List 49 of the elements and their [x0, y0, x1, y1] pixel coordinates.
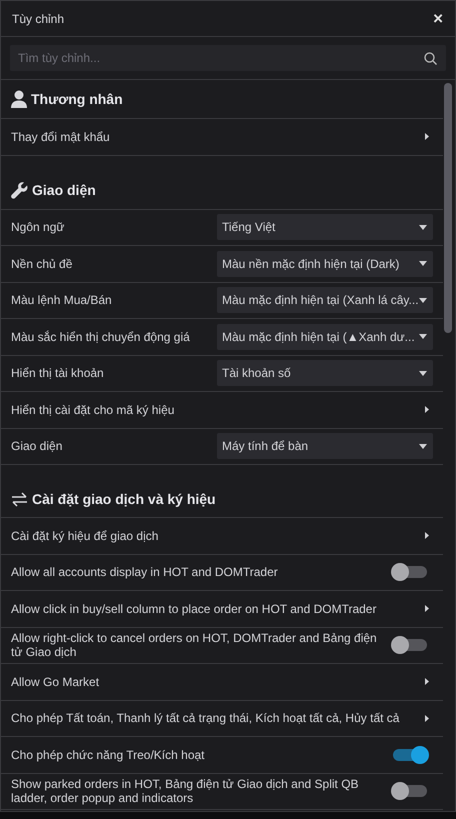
arrow-right-icon[interactable]	[425, 678, 429, 686]
window-title: Tùy chỉnh	[12, 12, 64, 26]
toggle-switch[interactable]	[393, 785, 427, 798]
setting-label: Cho phép chức năng Treo/Kích hoạt	[11, 748, 204, 762]
setting-label: Màu sắc hiển thị chuyển động giá	[11, 330, 190, 344]
caret-icon	[419, 298, 427, 303]
setting-label: Ngôn ngữ	[11, 220, 64, 234]
setting-label: Thay đổi mật khẩu	[11, 130, 110, 144]
setting-label: Cho phép Tất toán, Thanh lý tất cả trạng thái, Kích hoạt tất cả, Hủy tất cả	[11, 711, 400, 726]
setting-label: Màu lệnh Mua/Bán	[11, 293, 112, 308]
arrow-right-icon[interactable]	[425, 714, 429, 722]
setting-label: Allow right-click to cancel orders on HOT, DOMTrader and Bảng điện tử Giao dịch	[11, 630, 378, 660]
caret-icon	[419, 334, 427, 340]
scrollbar-thumb[interactable]	[444, 83, 452, 333]
toggle-switch[interactable]	[393, 639, 427, 652]
dropdown[interactable]: Máy tính để bàn	[217, 433, 433, 460]
caret-icon	[419, 261, 427, 266]
section-heading: Giao diện	[32, 182, 96, 198]
setting-label: Allow click in buy/sell column to place order on HOT and DOMTrader	[11, 602, 376, 616]
toggle-switch[interactable]	[393, 566, 427, 578]
person-icon	[11, 90, 27, 108]
setting-label: Giao diện	[11, 439, 62, 454]
section-heading: Cài đặt giao dịch và ký hiệu	[32, 491, 216, 507]
arrow-right-icon[interactable]	[425, 532, 429, 540]
arrow-right-icon[interactable]	[425, 605, 429, 612]
arrow-right-icon[interactable]	[425, 406, 429, 414]
setting-label: Allow all accounts display in HOT and DOMTrader	[11, 565, 278, 580]
caret-icon	[419, 444, 427, 449]
setting-label: Nền chủ đề	[11, 256, 72, 271]
setting-label: Hiển thị tài khoản	[11, 366, 104, 380]
dropdown[interactable]: Tiếng Việt	[217, 214, 433, 240]
caret-icon	[419, 224, 427, 230]
setting-label: Show parked orders in HOT, Bảng điện tử Giao dịch and Split QB ladder, order popup and indicators	[11, 776, 360, 806]
close-button[interactable]: ×	[433, 10, 443, 27]
setting-label: Allow Go Market	[11, 674, 100, 689]
dropdown[interactable]: Màu nền mặc định hiện tại (Dark)	[217, 250, 433, 277]
search-icon[interactable]	[424, 52, 437, 65]
swap-arrows-icon	[11, 492, 28, 506]
toggle-switch[interactable]	[393, 748, 427, 761]
arrow-right-icon[interactable]	[425, 133, 429, 140]
section-heading: Thương nhân	[31, 91, 123, 107]
dropdown[interactable]: Tài khoản số	[217, 360, 433, 386]
caret-icon	[419, 370, 427, 376]
wrench-icon	[11, 182, 28, 198]
setting-label: Hiển thị cài đặt cho mã ký hiệu	[11, 402, 174, 417]
setting-label: Cài đặt ký hiệu để giao dịch	[11, 528, 158, 543]
dropdown[interactable]: Màu mặc định hiện tại (Xanh lá cây...	[217, 287, 433, 314]
search-field[interactable]: Tìm tùy chỉnh...	[10, 45, 446, 71]
dropdown[interactable]: Màu mặc định hiện tại (▲Xanh dư...	[217, 324, 433, 350]
